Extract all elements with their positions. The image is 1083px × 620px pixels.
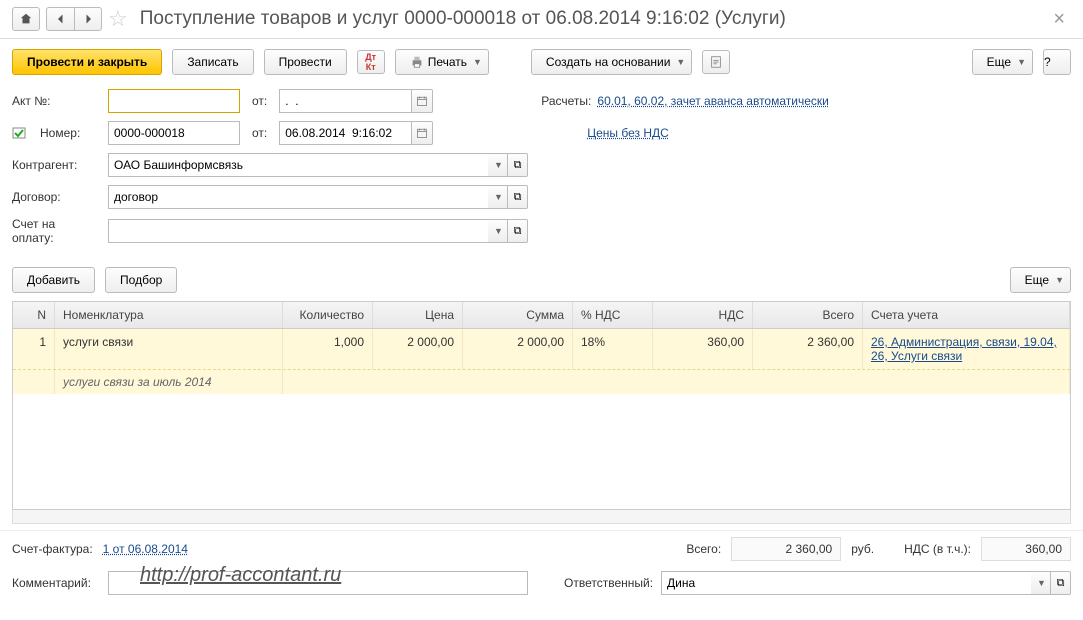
chevron-down-icon: ▼ [494, 160, 503, 170]
dt-kt-button[interactable]: ДтКт [357, 50, 385, 74]
open-button[interactable]: ⧉ [508, 153, 528, 177]
page-title: Поступление товаров и услуг 0000-000018 … [140, 8, 1042, 30]
calendar-icon [416, 95, 428, 107]
from-label-2: от: [252, 126, 267, 140]
prices-vat-link[interactable]: Цены без НДС [587, 126, 669, 140]
back-button[interactable] [46, 7, 74, 31]
col-sum[interactable]: Сумма [463, 302, 573, 328]
col-total[interactable]: Всего [753, 302, 863, 328]
arrow-right-icon [82, 13, 94, 25]
from-label: от: [252, 94, 267, 108]
invoice-fact-label: Счет-фактура: [12, 542, 93, 556]
open-icon: ⧉ [514, 159, 522, 172]
report-button[interactable] [702, 50, 730, 74]
home-icon [19, 12, 33, 26]
col-vat-pct[interactable]: % НДС [573, 302, 653, 328]
dropdown-button[interactable]: ▼ [488, 185, 508, 209]
chevron-down-icon: ▼ [676, 57, 685, 67]
act-date-input[interactable] [279, 89, 411, 113]
act-number-input[interactable] [108, 89, 240, 113]
watermark-text: http://prof-accontant.ru [140, 564, 341, 587]
arrow-left-icon [55, 13, 67, 25]
open-button[interactable]: ⧉ [1051, 571, 1071, 595]
col-accounts[interactable]: Счета учета [863, 302, 1070, 328]
chevron-down-icon: ▼ [494, 192, 503, 202]
number-label: Номер: [40, 126, 100, 140]
act-number-label: Акт №: [12, 94, 100, 108]
responsible-label: Ответственный: [564, 576, 653, 590]
horizontal-scrollbar[interactable] [12, 510, 1071, 524]
invoice-input[interactable] [108, 219, 488, 243]
contractor-input[interactable] [108, 153, 488, 177]
accounts-link[interactable]: 26, Администрация, связи, 19.04, 26, Усл… [871, 335, 1057, 363]
pick-button[interactable]: Подбор [105, 267, 177, 293]
open-icon: ⧉ [514, 191, 522, 204]
vat-total-value: 360,00 [981, 537, 1071, 561]
calendar-icon [416, 127, 428, 139]
document-icon [709, 55, 723, 69]
dropdown-button[interactable]: ▼ [488, 219, 508, 243]
col-vat[interactable]: НДС [653, 302, 753, 328]
post-button[interactable]: Провести [264, 49, 347, 75]
more-button[interactable]: Еще ▼ [972, 49, 1033, 75]
items-table: N Номенклатура Количество Цена Сумма % Н… [12, 301, 1071, 510]
col-price[interactable]: Цена [373, 302, 463, 328]
open-icon: ⧉ [514, 225, 522, 238]
post-and-close-button[interactable]: Провести и закрыть [12, 49, 162, 75]
home-button[interactable] [12, 7, 40, 31]
grand-total-label: Всего: [686, 542, 721, 556]
printer-icon [410, 55, 424, 69]
calendar-button-2[interactable] [411, 121, 433, 145]
add-row-button[interactable]: Добавить [12, 267, 95, 293]
grand-total-value: 2 360,00 [731, 537, 841, 561]
vat-total-label: НДС (в т.ч.): [904, 542, 971, 556]
currency-label: руб. [851, 542, 874, 556]
col-qty[interactable]: Количество [283, 302, 373, 328]
chevron-down-icon: ▼ [1037, 578, 1046, 588]
favorite-star-icon[interactable]: ☆ [108, 6, 128, 32]
table-row[interactable]: 1 услуги связи 1,000 2 000,00 2 000,00 1… [13, 329, 1070, 369]
dropdown-button[interactable]: ▼ [488, 153, 508, 177]
open-button[interactable]: ⧉ [508, 185, 528, 209]
col-n[interactable]: N [13, 302, 55, 328]
close-icon[interactable]: × [1047, 8, 1071, 31]
save-button[interactable]: Записать [172, 49, 253, 75]
forward-button[interactable] [74, 7, 102, 31]
help-button[interactable]: ? [1043, 49, 1071, 75]
print-button[interactable]: Печать ▼ [395, 49, 489, 75]
contractor-label: Контрагент: [12, 158, 100, 172]
chevron-down-icon: ▼ [1055, 275, 1064, 285]
contract-input[interactable] [108, 185, 488, 209]
col-name[interactable]: Номенклатура [55, 302, 283, 328]
invoice-fact-link[interactable]: 1 от 06.08.2014 [103, 542, 188, 556]
doc-date-input[interactable] [279, 121, 411, 145]
posted-flag-icon [12, 126, 28, 140]
number-input[interactable] [108, 121, 240, 145]
dropdown-button[interactable]: ▼ [1031, 571, 1051, 595]
create-based-button[interactable]: Создать на основании ▼ [531, 49, 692, 75]
contract-label: Договор: [12, 190, 100, 204]
responsible-input[interactable] [661, 571, 1031, 595]
open-icon: ⧉ [1057, 577, 1065, 590]
table-more-button[interactable]: Еще ▼ [1010, 267, 1071, 293]
open-button[interactable]: ⧉ [508, 219, 528, 243]
calendar-button[interactable] [411, 89, 433, 113]
invoice-label: Счет на оплату: [12, 217, 100, 245]
chevron-down-icon: ▼ [1017, 57, 1026, 67]
comment-label: Комментарий: [12, 576, 100, 590]
calculations-label: Расчеты: [541, 94, 591, 108]
chevron-down-icon: ▼ [494, 226, 503, 236]
table-row-desc[interactable]: услуги связи за июль 2014 [13, 369, 1070, 394]
calculations-link[interactable]: 60.01, 60.02, зачет аванса автоматически [597, 94, 828, 108]
chevron-down-icon: ▼ [473, 57, 482, 67]
